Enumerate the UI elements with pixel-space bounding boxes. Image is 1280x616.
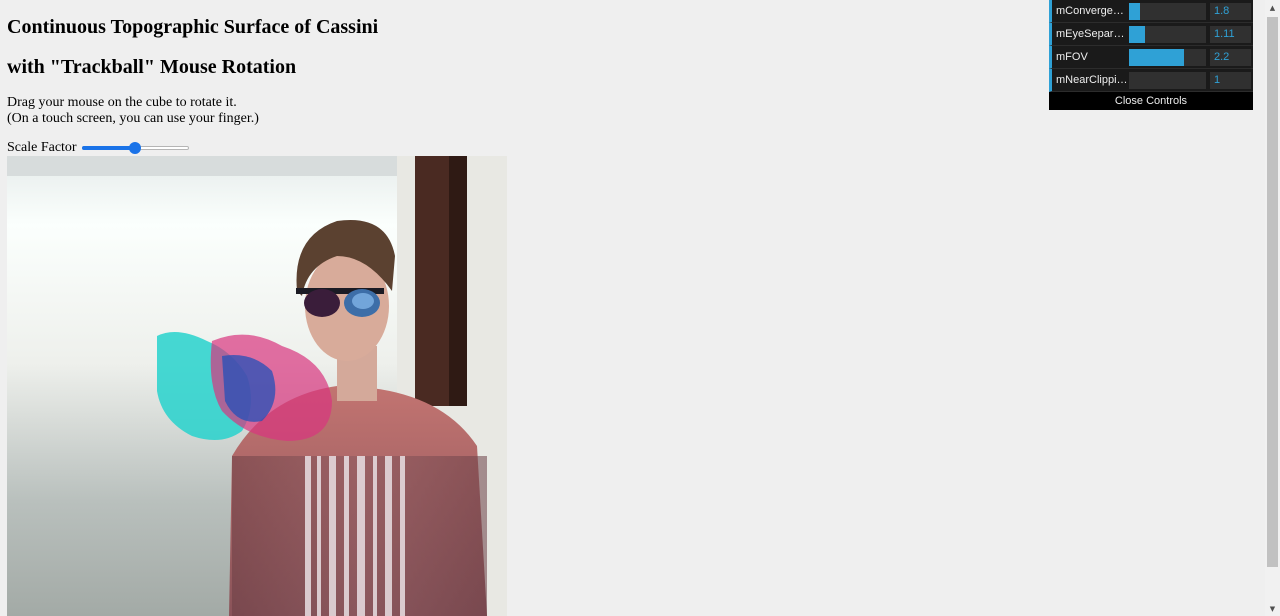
controls-panel: mConvergence 1.8 mEyeSeparation 1.11 mFO… [1049, 0, 1253, 110]
control-row[interactable]: mFOV 2.2 [1049, 46, 1253, 69]
instruction-line: Drag your mouse on the cube to rotate it… [7, 95, 237, 110]
control-slider-fill [1129, 25, 1146, 43]
door-edge [449, 156, 467, 406]
control-slider[interactable] [1129, 2, 1206, 20]
control-row[interactable]: mEyeSeparation 1.11 [1049, 23, 1253, 46]
scale-factor-label: Scale Factor [7, 140, 77, 155]
page-title: Continuous Topographic Surface of Cassin… [7, 16, 379, 38]
webgl-canvas[interactable] [7, 156, 507, 616]
triangle-up-icon[interactable]: ▲ [1265, 0, 1280, 15]
slider-thumb[interactable] [129, 142, 142, 154]
instructions: Drag your mouse on the cube to rotate it… [7, 95, 259, 127]
control-value-input[interactable]: 1.8 [1210, 2, 1251, 20]
control-row[interactable]: mConvergence 1.8 [1049, 0, 1253, 23]
control-slider[interactable] [1129, 25, 1206, 43]
instruction-line: (On a touch screen, you can use your fin… [7, 111, 259, 126]
scale-factor-row: Scale Factor [7, 140, 189, 156]
control-slider[interactable] [1129, 71, 1206, 89]
control-slider-fill [1129, 2, 1140, 20]
control-value-input[interactable]: 1.11 [1210, 25, 1251, 43]
scrollbar-thumb[interactable] [1267, 17, 1278, 567]
control-label: mEyeSeparation [1056, 28, 1129, 40]
control-value-input[interactable]: 2.2 [1210, 48, 1251, 66]
control-label: mConvergence [1056, 5, 1129, 17]
page-subtitle: with "Trackball" Mouse Rotation [7, 56, 297, 78]
control-slider[interactable] [1129, 48, 1206, 66]
control-value-input[interactable]: 1 [1210, 71, 1251, 89]
control-label: mFOV [1056, 51, 1088, 63]
control-slider-fill [1129, 48, 1184, 66]
webcam-scene [7, 156, 507, 616]
slider-fill [81, 146, 136, 150]
page-scrollbar[interactable]: ▲ ▼ [1265, 0, 1280, 616]
control-label: mNearClippingD... [1056, 74, 1129, 86]
close-controls-button[interactable]: Close Controls [1049, 92, 1253, 110]
control-row[interactable]: mNearClippingD... 1 [1049, 69, 1253, 92]
triangle-down-icon[interactable]: ▼ [1265, 601, 1280, 616]
scale-factor-slider[interactable] [81, 141, 189, 155]
